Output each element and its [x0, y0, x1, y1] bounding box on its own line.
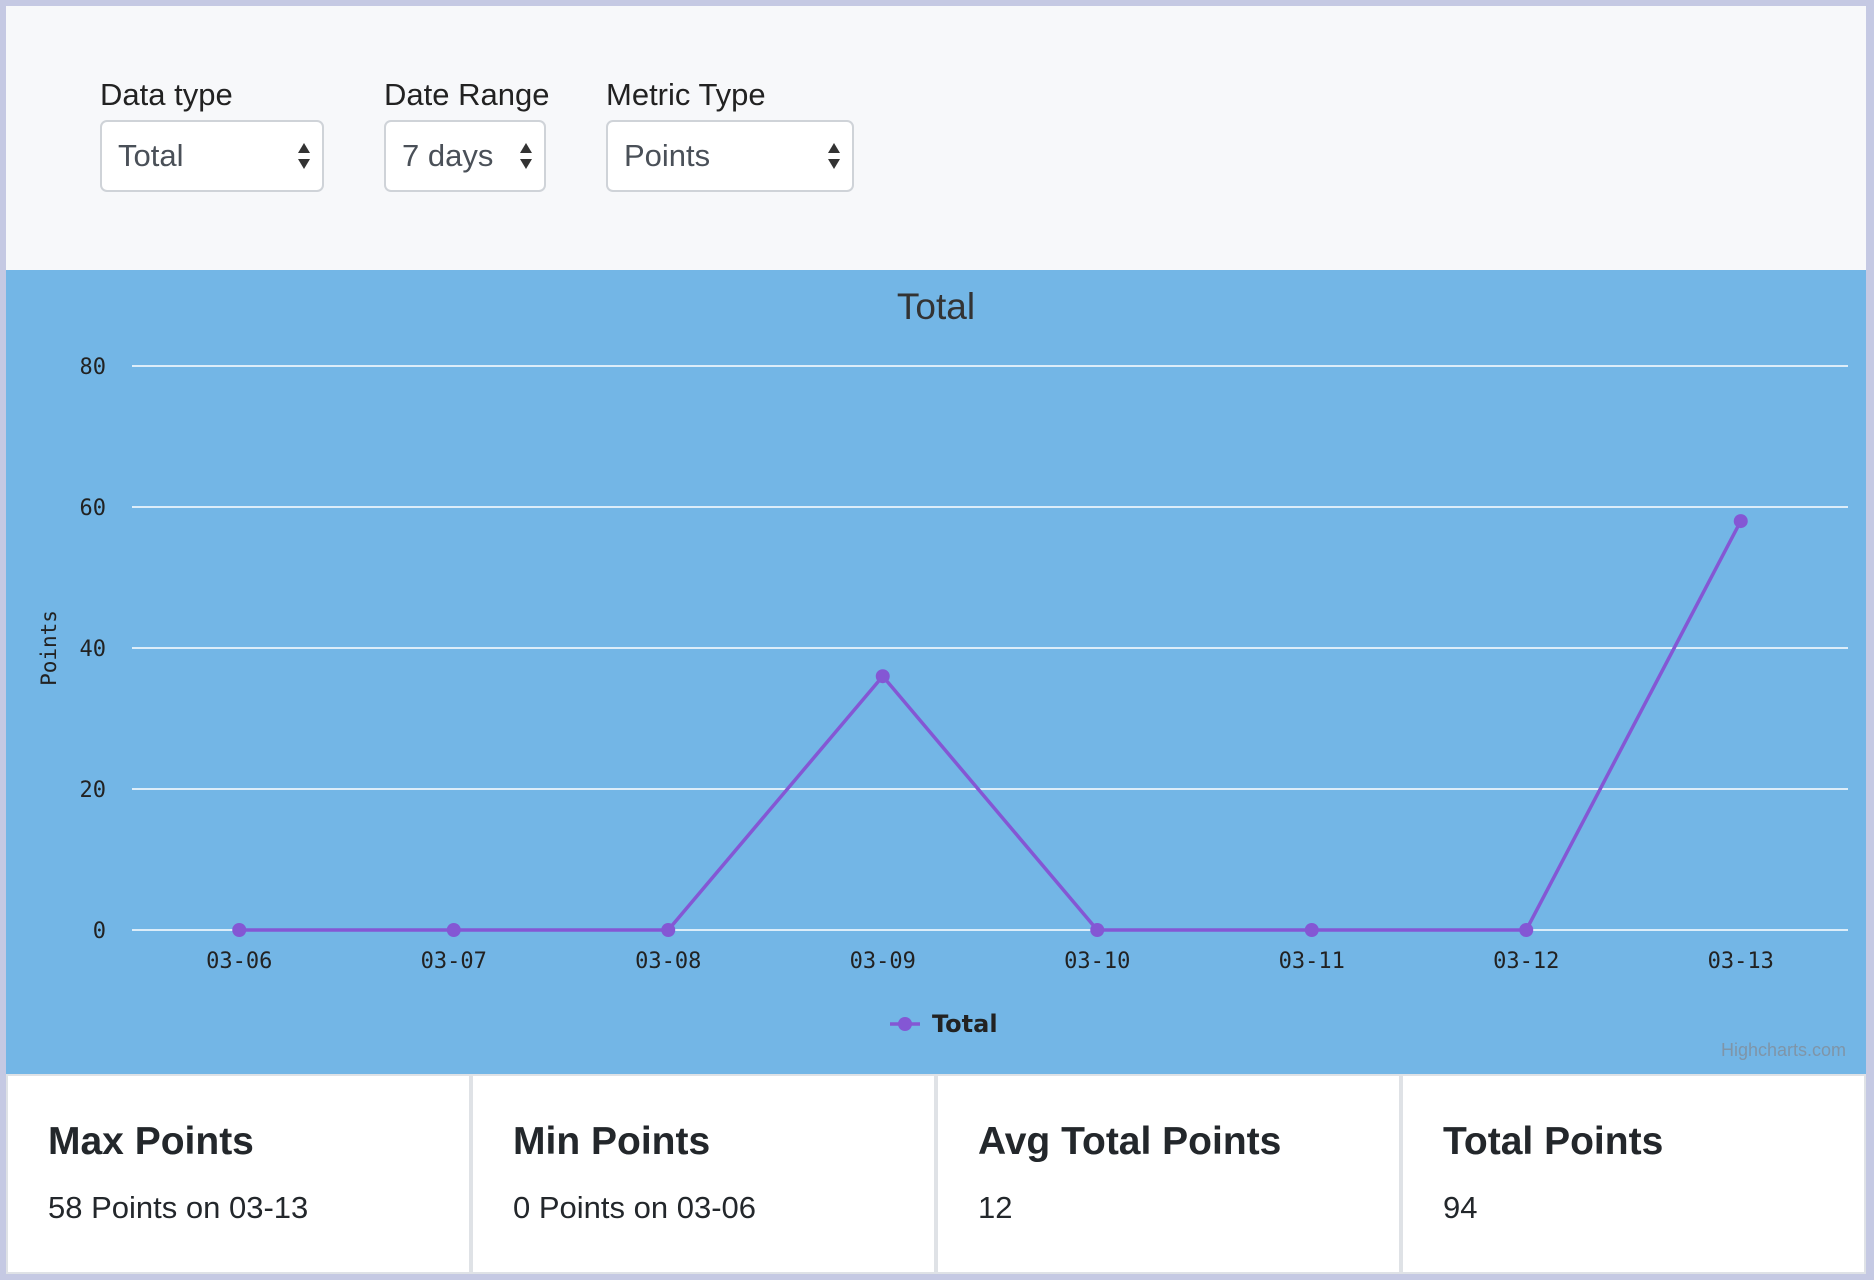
date-range-label: Date Range: [384, 77, 550, 112]
data-type-select[interactable]: Total: [100, 120, 324, 192]
x-tick-label: 03-08: [635, 949, 701, 974]
stat-title: Min Points: [513, 1120, 711, 1163]
stat-card-min: Min Points 0 Points on 03-06: [471, 1074, 936, 1274]
data-point: [1733, 514, 1748, 529]
stat-value: 12: [978, 1190, 1013, 1225]
y-axis-title: Points: [37, 610, 61, 686]
x-tick-label: 03-13: [1708, 949, 1774, 974]
data-point: [1304, 923, 1319, 937]
data-point: [661, 923, 676, 937]
x-tick-label: 03-10: [1064, 949, 1130, 974]
select-arrows-icon: [520, 143, 532, 169]
date-range-filter: Date Range 7 days: [384, 74, 549, 192]
stat-title: Max Points: [48, 1120, 254, 1163]
data-type-value: Total: [118, 138, 184, 173]
y-tick-label: 60: [80, 496, 107, 521]
stat-card-max: Max Points 58 Points on 03-13: [6, 1074, 471, 1274]
series-line: [239, 520, 1743, 932]
stat-card-total: Total Points 94: [1401, 1074, 1866, 1274]
legend-marker: [898, 1017, 912, 1031]
y-tick-label: 40: [80, 637, 107, 662]
data-point: [446, 923, 461, 937]
metric-type-value: Points: [624, 138, 711, 173]
select-arrows-icon: [828, 143, 840, 169]
date-range-value: 7 days: [402, 138, 494, 173]
metric-type-select[interactable]: Points: [606, 120, 854, 192]
x-tick-label: 03-06: [206, 949, 272, 974]
metric-type-filter: Metric Type Points: [606, 74, 854, 192]
chart-credits[interactable]: Highcharts.com: [1721, 1040, 1846, 1061]
stat-value: 94: [1443, 1190, 1478, 1225]
data-point: [1090, 923, 1105, 937]
x-tick-label: 03-12: [1493, 949, 1559, 974]
x-tick-label: 03-07: [421, 949, 487, 974]
data-point: [875, 669, 890, 684]
chart-area: Total 0 20 40 60 80 Points 03-06 03-07 03-08 03-0…: [6, 270, 1866, 1074]
metric-type-label: Metric Type: [606, 77, 766, 112]
legend-label: Total: [932, 1010, 998, 1038]
date-range-select[interactable]: 7 days: [384, 120, 546, 192]
line-chart: 0 20 40 60 80 Points 03-06 03-07 03-08 03-09 03-10…: [37, 355, 1848, 1038]
y-tick-label: 80: [80, 355, 107, 380]
stat-value: 0 Points on 03-06: [513, 1190, 757, 1225]
stat-value: 58 Points on 03-13: [48, 1190, 309, 1225]
select-arrows-icon: [298, 143, 310, 169]
y-tick-label: 20: [80, 778, 107, 803]
x-tick-label: 03-11: [1279, 949, 1345, 974]
stat-card-avg: Avg Total Points 12: [936, 1074, 1401, 1274]
stat-title: Avg Total Points: [978, 1120, 1282, 1163]
stats-row: Max Points 58 Points on 03-13 Min Points…: [6, 1074, 1866, 1274]
page-frame: Data type Total Date Range 7 days Metric…: [6, 6, 1866, 1274]
data-point: [232, 923, 247, 937]
data-point: [1519, 923, 1534, 937]
data-type-filter: Data type Total: [100, 74, 324, 192]
y-tick-label: 0: [93, 919, 106, 944]
data-type-label: Data type: [100, 77, 233, 112]
stat-title: Total Points: [1443, 1120, 1664, 1163]
x-tick-label: 03-09: [850, 949, 916, 974]
filter-bar: Data type Total Date Range 7 days Metric…: [6, 6, 1866, 270]
